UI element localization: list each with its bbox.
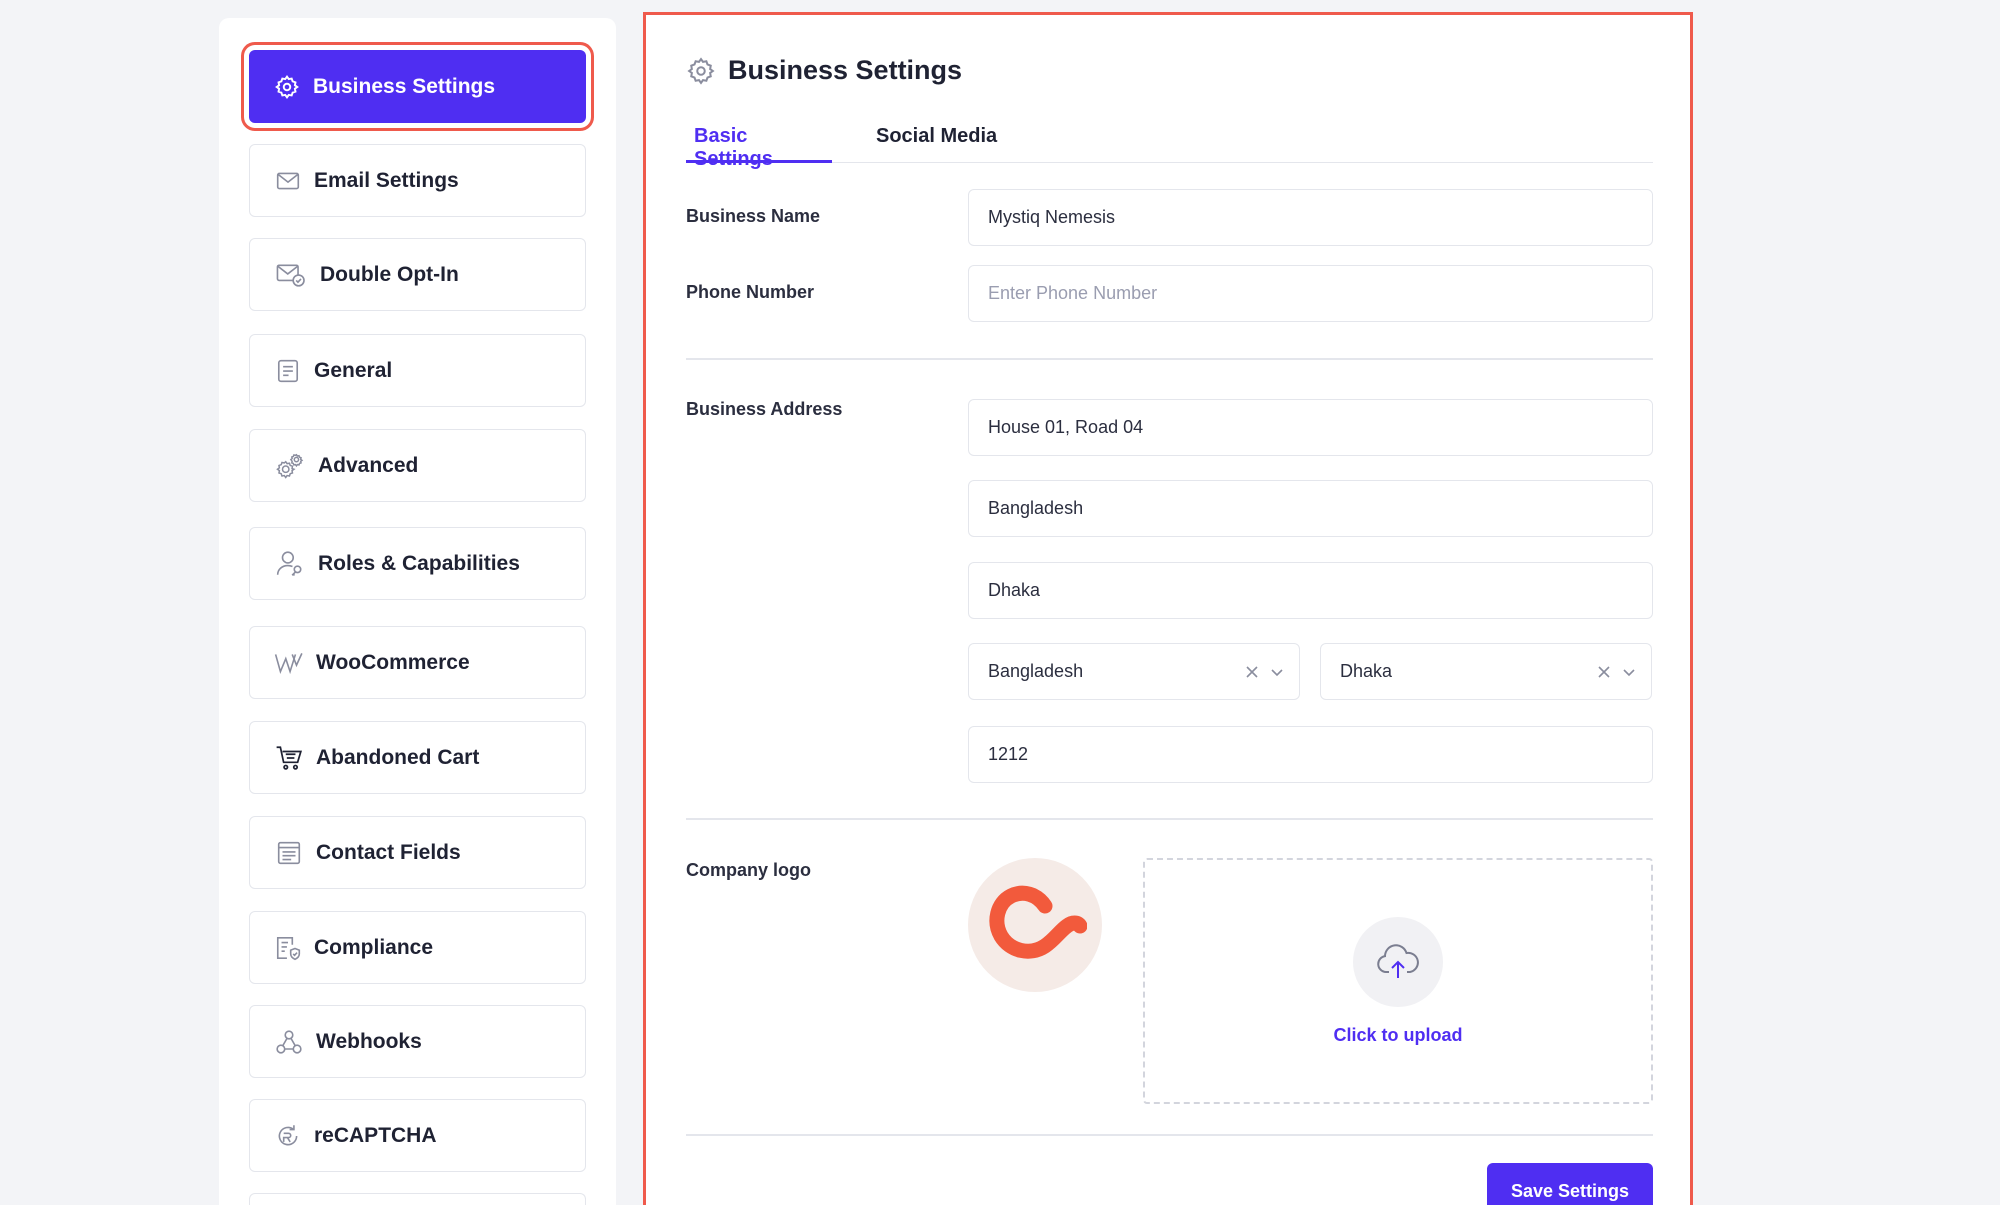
sidebar-item-partial[interactable] (249, 1193, 586, 1205)
phone-number-input[interactable]: Enter Phone Number (968, 265, 1653, 322)
sidebar-item-label: reCAPTCHA (314, 1123, 437, 1147)
user-key-icon (274, 550, 306, 578)
section-divider (686, 818, 1653, 820)
business-address-label: Business Address (686, 399, 843, 419)
logo-upload-dropzone[interactable]: Click to upload (1143, 858, 1653, 1104)
sidebar-item-roles-capabilities[interactable]: Roles & Capabilities (249, 527, 586, 600)
sidebar-item-label: Webhooks (316, 1029, 422, 1053)
sidebar-item-label: Email Settings (314, 168, 459, 192)
document-icon (274, 357, 302, 385)
company-logo-preview (968, 858, 1102, 992)
settings-tabs: Basic Settings Social Media (686, 113, 1653, 170)
gears-icon (274, 452, 306, 480)
chevron-down-icon[interactable] (1621, 664, 1637, 680)
page-title: Business Settings (686, 55, 962, 86)
phone-number-label: Phone Number (686, 282, 815, 302)
clear-icon[interactable] (1245, 665, 1259, 679)
section-divider (686, 1134, 1653, 1136)
gear-icon (686, 56, 716, 86)
sidebar-item-label: Double Opt-In (320, 262, 459, 286)
sidebar-item-label: General (314, 358, 393, 382)
shield-document-icon (274, 934, 302, 962)
sidebar-item-label: Advanced (318, 453, 419, 477)
sidebar-item-contact-fields[interactable]: Contact Fields (249, 816, 586, 889)
address-line-input[interactable]: House 01, Road 04 (968, 399, 1653, 456)
tab-social-media[interactable]: Social Media (868, 113, 1005, 163)
clear-icon[interactable] (1597, 665, 1611, 679)
sidebar-item-email-settings[interactable]: Email Settings (249, 144, 586, 217)
business-settings-panel: Business Settings Basic Settings Social … (643, 12, 1693, 1205)
sidebar-item-webhooks[interactable]: Webhooks (249, 1005, 586, 1078)
sidebar-item-advanced[interactable]: Advanced (249, 429, 586, 502)
sidebar-item-label: Abandoned Cart (316, 745, 480, 769)
upload-text: Click to upload (1333, 1024, 1463, 1045)
company-logo-image (989, 885, 1087, 959)
sidebar-item-double-opt-in[interactable]: Double Opt-In (249, 238, 586, 311)
country-select[interactable]: Bangladesh (968, 643, 1300, 700)
sidebar-item-compliance[interactable]: Compliance (249, 911, 586, 984)
gear-icon (273, 73, 301, 101)
sidebar-item-abandoned-cart[interactable]: Abandoned Cart (249, 721, 586, 794)
state-select-value: Dhaka (1340, 661, 1393, 681)
cart-icon (274, 744, 304, 772)
address-line2-input[interactable]: Bangladesh (968, 480, 1653, 537)
recaptcha-icon (274, 1122, 302, 1150)
woocommerce-icon (274, 649, 304, 677)
sidebar-item-label: Roles & Capabilities (318, 551, 520, 575)
company-logo-label: Company logo (686, 860, 811, 880)
country-select-value: Bangladesh (988, 661, 1084, 681)
tab-basic-settings[interactable]: Basic Settings (686, 113, 832, 170)
business-name-input[interactable]: Mystiq Nemesis (968, 189, 1653, 246)
city-input[interactable]: Dhaka (968, 562, 1653, 619)
sidebar-item-woocommerce[interactable]: WooCommerce (249, 626, 586, 699)
section-divider (686, 358, 1653, 360)
chevron-down-icon[interactable] (1269, 664, 1285, 680)
sidebar-item-label: Compliance (314, 935, 434, 959)
sidebar-item-label: WooCommerce (316, 650, 470, 674)
sidebar-item-business-settings[interactable]: Business Settings (249, 50, 586, 123)
save-settings-button[interactable]: Save Settings (1487, 1163, 1653, 1205)
envelope-icon (274, 167, 302, 195)
webhook-icon (274, 1028, 304, 1056)
settings-sidebar: Business Settings Email Settings Double … (219, 18, 616, 1205)
sidebar-item-recaptcha[interactable]: reCAPTCHA (249, 1099, 586, 1172)
business-name-label: Business Name (686, 206, 821, 226)
sidebar-item-general[interactable]: General (249, 334, 586, 407)
list-form-icon (274, 839, 304, 867)
state-select[interactable]: Dhaka (1320, 643, 1652, 700)
upload-cloud-icon (1353, 916, 1443, 1007)
sidebar-item-label: Contact Fields (316, 840, 461, 864)
page-title-text: Business Settings (728, 55, 963, 85)
envelope-check-icon (274, 261, 308, 289)
sidebar-item-label: Business Settings (313, 74, 496, 98)
postal-code-input[interactable]: 1212 (968, 726, 1653, 783)
